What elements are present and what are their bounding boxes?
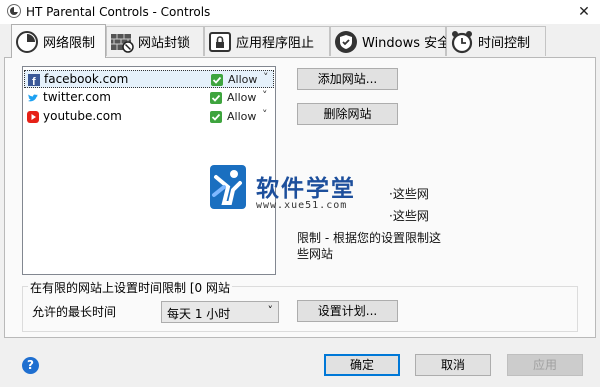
site-name: twitter.com (43, 90, 111, 104)
allow-check-icon (210, 111, 222, 123)
site-status: Allow (228, 73, 258, 86)
site-status: Allow (227, 91, 257, 104)
apply-button[interactable]: 应用 (507, 354, 583, 376)
watermark-logo (210, 165, 246, 209)
ok-button[interactable]: 确定 (324, 354, 400, 376)
watermark-url: www.xue51.com (256, 200, 348, 211)
info-text-line: 些网站 (297, 247, 334, 261)
tab-label: 网络限制 (43, 36, 96, 51)
shield-check-icon (334, 30, 358, 54)
site-row-youtube[interactable]: youtube.com Allow ˅ (24, 108, 274, 126)
tab-time-control[interactable]: 时间控制 (446, 26, 546, 56)
tab-windows-security[interactable]: Windows 安全 (330, 26, 450, 56)
help-icon[interactable]: ? (22, 357, 39, 374)
close-button[interactable]: ✕ (568, 0, 600, 24)
facebook-icon: f (28, 74, 40, 88)
max-time-label: 允许的最长时间 (32, 305, 117, 319)
add-site-button[interactable]: 添加网站... (297, 68, 398, 90)
tab-network-limits[interactable]: 网络限制 (11, 24, 106, 58)
title-bar: HT Parental Controls - Controls ✕ (0, 0, 600, 24)
youtube-icon (27, 111, 39, 123)
site-row-facebook[interactable]: f facebook.com Allow ˅ (24, 70, 274, 88)
info-text-line: ·这些网 (389, 187, 429, 201)
site-row-twitter[interactable]: twitter.com Allow ˅ (24, 89, 274, 107)
site-name: youtube.com (43, 109, 122, 123)
lock-icon (208, 30, 232, 54)
alarm-clock-icon (450, 30, 474, 54)
allow-check-icon (210, 92, 222, 104)
cancel-button[interactable]: 取消 (415, 354, 491, 376)
status-dropdown-chevron-icon[interactable]: ˅ (263, 71, 269, 84)
chevron-down-icon: ˅ (267, 304, 274, 317)
watermark-title: 软件学堂 (256, 176, 356, 202)
window-title: HT Parental Controls - Controls (26, 5, 211, 19)
status-dropdown-chevron-icon[interactable]: ˅ (262, 108, 268, 121)
time-limit-legend: 在有限的网站上设置时间限制 [0 网站 (28, 279, 232, 296)
site-status: Allow (227, 110, 257, 123)
tab-label: 网站封锁 (138, 36, 191, 51)
info-text-line: 限制 - 根据您的设置限制这 (297, 231, 441, 245)
allow-check-icon (211, 74, 223, 86)
max-time-value: 每天 1 小时 (167, 307, 231, 321)
tab-label: Windows 安全 (362, 36, 451, 51)
site-name: facebook.com (44, 72, 129, 86)
info-text-line: ·这些网 (389, 209, 429, 223)
tab-label: 应用程序阻止 (236, 36, 315, 51)
status-dropdown-chevron-icon[interactable]: ˅ (262, 89, 268, 102)
blocked-wall-icon (110, 30, 134, 54)
remove-site-button[interactable]: 删除网站 (297, 103, 398, 125)
tab-site-block[interactable]: 网站封锁 (106, 26, 204, 56)
tab-label: 时间控制 (478, 36, 531, 51)
svg-text:f: f (32, 76, 36, 86)
set-schedule-button[interactable]: 设置计划... (297, 300, 398, 322)
twitter-icon (27, 92, 39, 104)
app-icon (7, 4, 21, 18)
tab-app-block[interactable]: 应用程序阻止 (204, 26, 330, 56)
max-time-select[interactable]: 每天 1 小时 ˅ (161, 301, 279, 323)
clock-icon (15, 30, 39, 54)
